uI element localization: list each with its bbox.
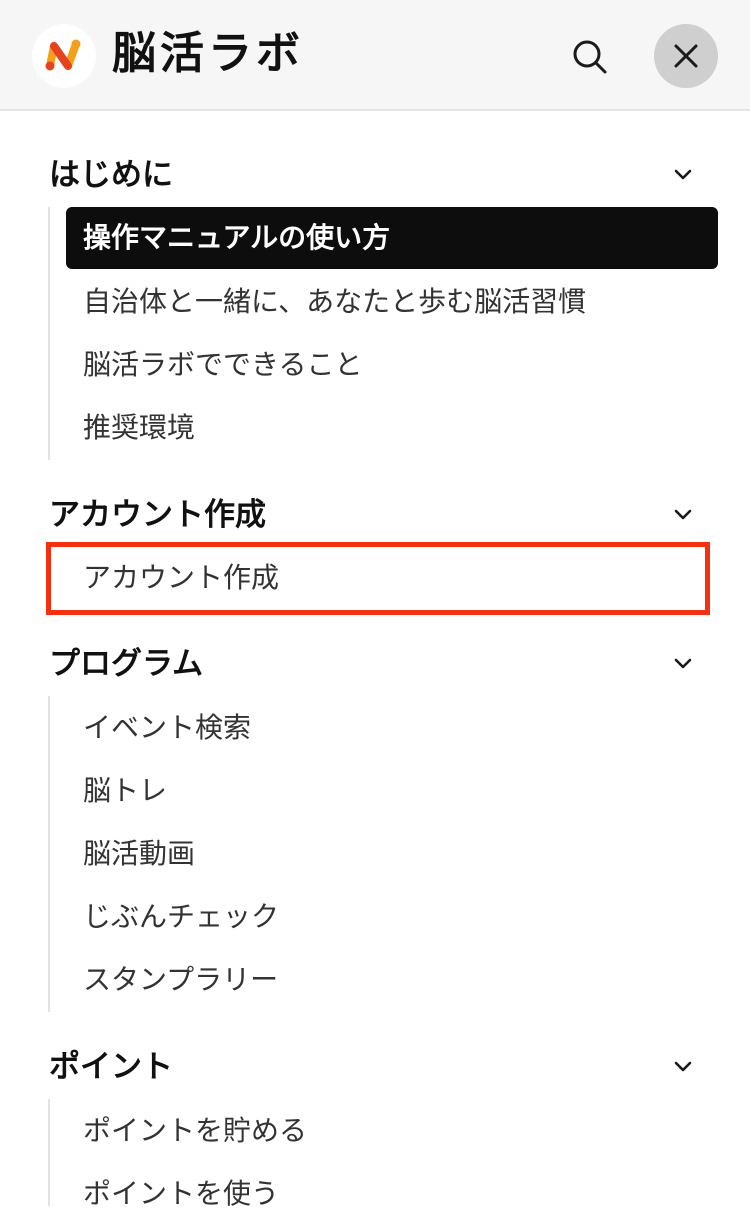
section-heading-account-creation[interactable]: アカウント作成 bbox=[49, 489, 709, 541]
chevron-down-icon bbox=[674, 169, 692, 180]
close-menu-button[interactable] bbox=[654, 24, 718, 88]
section-title: プログラム bbox=[49, 646, 204, 682]
brain-lab-logo-icon[interactable] bbox=[32, 24, 96, 88]
section-rail bbox=[48, 207, 50, 460]
nav-item-what-you-can-do[interactable]: 脳活ラボでできること bbox=[66, 334, 718, 396]
section-title: はじめに bbox=[49, 157, 173, 193]
nav-item-self-check[interactable]: じぶんチェック bbox=[66, 886, 718, 948]
section-rail bbox=[48, 1099, 50, 1206]
highlight-annotation-box bbox=[46, 542, 710, 615]
chevron-down-icon bbox=[674, 658, 692, 669]
chevron-down-icon bbox=[674, 1061, 692, 1072]
section-heading-getting-started[interactable]: はじめに bbox=[49, 149, 709, 201]
nav-item-recommended-environment[interactable]: 推奨環境 bbox=[66, 397, 718, 459]
nav-item-earn-points[interactable]: ポイントを貯める bbox=[66, 1100, 718, 1162]
nav-item-municipality-habit[interactable]: 自治体と一緒に、あなたと歩む脳活習慣 bbox=[66, 271, 718, 333]
section-title: アカウント作成 bbox=[49, 497, 266, 533]
section-heading-program[interactable]: プログラム bbox=[49, 638, 709, 690]
section-rail bbox=[48, 696, 50, 1012]
chevron-down-icon bbox=[674, 509, 692, 520]
brand-name[interactable]: 脳活ラボ bbox=[112, 26, 304, 82]
app-header: 脳活ラボ bbox=[0, 0, 750, 111]
nav-item-stamp-rally[interactable]: スタンプラリー bbox=[66, 949, 718, 1011]
close-icon bbox=[674, 44, 698, 68]
nav-item-brain-video[interactable]: 脳活動画 bbox=[66, 823, 718, 885]
nav-item-brain-training[interactable]: 脳トレ bbox=[66, 760, 718, 822]
search-icon bbox=[573, 40, 607, 74]
nav-item-event-search[interactable]: イベント検索 bbox=[66, 697, 718, 759]
nav-item-manual-usage[interactable]: 操作マニュアルの使い方 bbox=[66, 207, 718, 269]
nav-item-use-points[interactable]: ポイントを使う bbox=[66, 1163, 718, 1225]
section-title: ポイント bbox=[49, 1049, 173, 1085]
search-button[interactable] bbox=[566, 33, 614, 81]
section-heading-points[interactable]: ポイント bbox=[49, 1041, 709, 1093]
